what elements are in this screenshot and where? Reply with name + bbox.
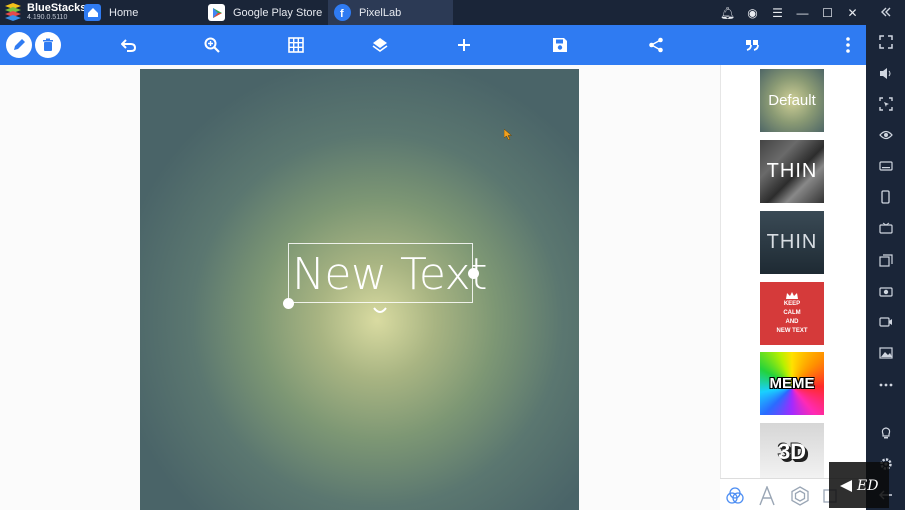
phone-icon[interactable] (866, 188, 905, 206)
share-icon[interactable] (644, 33, 668, 57)
shape-icon[interactable] (788, 484, 812, 508)
bell-icon[interactable]: 🔔︎ (715, 6, 740, 20)
bluestacks-logo-icon (5, 3, 21, 21)
layers-icon[interactable] (368, 33, 392, 57)
tab-label: PixelLab (359, 6, 402, 19)
watermark-text: ED (857, 478, 879, 494)
more-vert-icon[interactable] (836, 33, 860, 57)
preset-label: MEME (769, 375, 815, 392)
text-layer-content: New Text (292, 249, 487, 300)
rotate-handle-icon[interactable] (372, 305, 388, 317)
close-icon[interactable]: ✕ (840, 6, 865, 20)
preset-label: THIN (766, 160, 818, 182)
tab-home[interactable]: Home (78, 0, 200, 25)
media-import-icon[interactable] (866, 251, 905, 269)
preset-line: AND (785, 319, 799, 325)
svg-text:f: f (340, 8, 344, 19)
trash-icon[interactable] (35, 32, 61, 58)
video-icon[interactable] (866, 313, 905, 331)
collapse-sidebar-icon[interactable] (866, 3, 905, 21)
keyboard-icon[interactable] (866, 157, 905, 175)
pencil-icon[interactable] (6, 32, 32, 58)
volume-icon[interactable] (866, 64, 905, 82)
preset-thin-dark[interactable]: THIN (760, 211, 824, 274)
pixellab-icon: f (334, 4, 351, 21)
play-triangle-icon (840, 480, 852, 492)
text-layer[interactable]: New Text (288, 243, 487, 303)
maximize-icon[interactable]: ☐ (815, 6, 840, 20)
screen: BlueStacks 4.190.0.5110 Home Google Play… (0, 0, 905, 510)
eye-icon[interactable] (866, 126, 905, 144)
undo-icon[interactable] (117, 33, 141, 57)
fullscreen-icon[interactable] (866, 33, 905, 51)
app-version: 4.190.0.5110 (27, 14, 68, 21)
watermark-logo: ED (829, 462, 889, 508)
save-icon[interactable] (548, 33, 572, 57)
preset-meme[interactable]: MEME (760, 352, 824, 415)
tab-google-play-store[interactable]: Google Play Store (202, 0, 326, 25)
tab-label: Home (109, 6, 139, 19)
preset-keep-calm[interactable]: KEEP CALM AND NEW TEXT (760, 282, 824, 345)
title-bar: BlueStacks 4.190.0.5110 Home Google Play… (0, 0, 905, 25)
zoom-icon[interactable] (200, 33, 224, 57)
screenshot-select-icon[interactable] (866, 95, 905, 113)
preset-label: 3D (777, 439, 807, 464)
title-controls: 🔔︎ ◉ ☰ — ☐ ✕ (715, 0, 865, 25)
app-toolbar (0, 25, 866, 65)
blend-icon[interactable] (723, 484, 747, 508)
mouse-cursor-icon (504, 129, 512, 140)
tab-label: Google Play Store (233, 6, 323, 19)
preset-line: KEEP (783, 301, 801, 307)
add-icon[interactable] (452, 33, 476, 57)
tab-pixellab[interactable]: f PixelLab (328, 0, 453, 25)
grid-icon[interactable] (284, 33, 308, 57)
crown-icon (786, 292, 798, 299)
bluestacks-sidebar (866, 0, 905, 510)
tv-icon[interactable] (866, 219, 905, 237)
preset-label: THIN (766, 231, 818, 253)
play-store-icon (208, 4, 225, 21)
quote-icon[interactable] (740, 33, 764, 57)
preset-label: Default (768, 92, 816, 109)
minimize-icon[interactable]: — (790, 6, 815, 20)
preset-default[interactable]: Default (760, 69, 824, 132)
preset-thin-textured[interactable]: THIN (760, 140, 824, 203)
gallery-icon[interactable] (866, 344, 905, 362)
preset-3d[interactable]: 3D (760, 423, 824, 478)
camera-icon[interactable] (866, 282, 905, 300)
more-horiz-icon[interactable] (866, 376, 905, 394)
resize-handle[interactable] (468, 268, 479, 279)
light-icon[interactable] (866, 424, 905, 442)
font-icon[interactable] (755, 484, 779, 508)
scale-handle[interactable] (283, 298, 294, 309)
menu-icon[interactable]: ☰ (765, 6, 790, 20)
preset-line: CALM (783, 310, 801, 316)
account-icon[interactable]: ◉ (740, 6, 765, 20)
preset-line: NEW TEXT (776, 328, 808, 334)
home-icon (84, 4, 101, 21)
